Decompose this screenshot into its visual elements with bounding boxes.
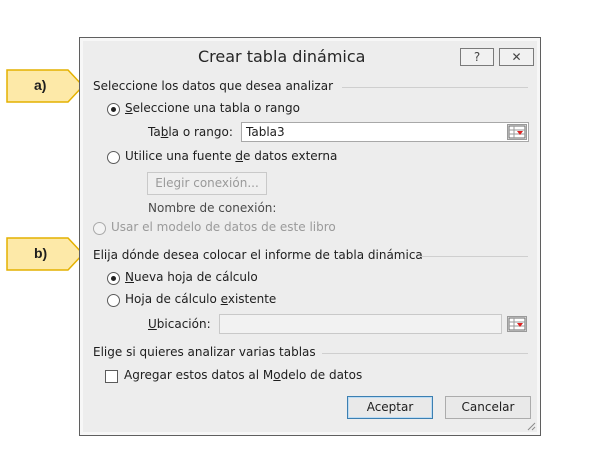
radio-external-source[interactable] (107, 151, 120, 164)
create-pivot-table-dialog: Crear tabla dinámica ? ✕ Seleccione los … (79, 37, 541, 436)
add-to-data-model-label[interactable]: Agregar estos datos al Modelo de datos (124, 368, 362, 382)
section-divider (420, 256, 528, 257)
resize-grip-icon[interactable] (526, 421, 536, 431)
section-divider (342, 87, 528, 88)
cancel-button[interactable]: Cancelar (445, 396, 531, 419)
section-select-data-label: Seleccione los datos que desea analizar (93, 79, 334, 93)
close-button[interactable]: ✕ (499, 48, 534, 66)
radio-new-worksheet-label[interactable]: Nueva hoja de cálculo (125, 270, 258, 284)
radio-select-table-range-label[interactable]: Seleccione una tabla o rango (125, 101, 300, 115)
add-to-data-model-checkbox[interactable] (105, 370, 118, 383)
location-label: Ubicación: (148, 317, 211, 331)
location-input[interactable] (219, 314, 502, 334)
range-selector-icon (508, 317, 526, 331)
radio-new-worksheet[interactable] (107, 272, 120, 285)
title-bar[interactable]: Crear tabla dinámica ? ✕ (80, 38, 540, 74)
section-multiple-tables-label: Elige si quieres analizar varias tablas (93, 345, 316, 359)
section-location-label: Elija dónde desea colocar el informe de … (93, 248, 423, 262)
location-collapse-button[interactable] (507, 316, 527, 332)
help-icon: ? (473, 50, 481, 64)
callout-b-label: b) (34, 245, 48, 261)
table-range-value: Tabla3 (246, 125, 285, 139)
radio-existing-worksheet[interactable] (107, 294, 120, 307)
section-divider (322, 353, 528, 354)
callout-a: a) (6, 69, 85, 103)
close-icon: ✕ (511, 50, 522, 64)
radio-use-data-model-label[interactable]: Usar el modelo de datos de este libro (111, 220, 336, 234)
radio-external-source-label[interactable]: Utilice una fuente de datos externa (125, 149, 337, 163)
table-range-collapse-button[interactable] (507, 124, 527, 140)
ok-button[interactable]: Aceptar (347, 396, 433, 419)
callout-a-label: a) (34, 77, 47, 93)
radio-use-data-model[interactable] (93, 222, 106, 235)
connection-name-label: Nombre de conexión: (148, 201, 277, 215)
help-button[interactable]: ? (460, 48, 494, 66)
range-selector-icon (508, 125, 526, 139)
table-range-label: Tabla o rango: (148, 125, 233, 139)
radio-select-table-range[interactable] (107, 103, 120, 116)
callout-b: b) (6, 237, 85, 271)
choose-connection-button[interactable]: Elegir conexión... (147, 172, 267, 195)
dialog-title: Crear tabla dinámica (198, 47, 366, 66)
radio-existing-worksheet-label[interactable]: Hoja de cálculo existente (125, 292, 276, 306)
table-range-input[interactable]: Tabla3 (241, 122, 529, 142)
